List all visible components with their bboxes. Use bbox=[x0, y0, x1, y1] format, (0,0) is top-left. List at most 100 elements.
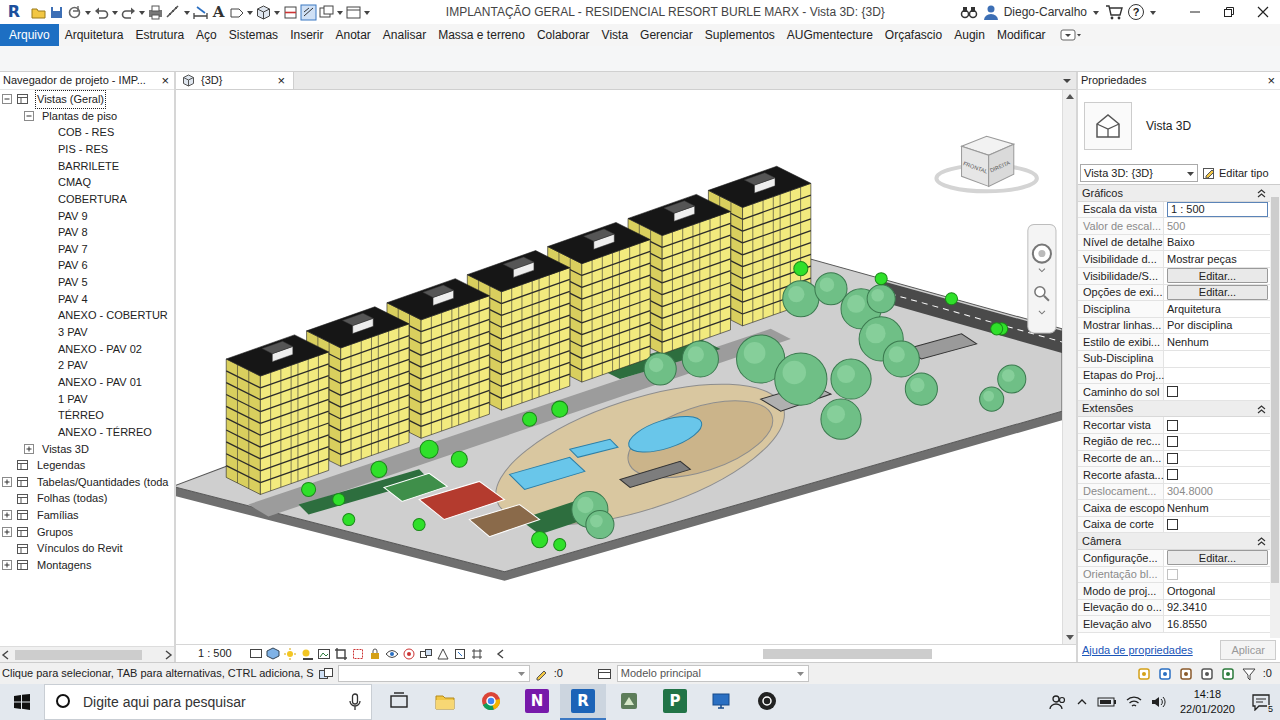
tree-label[interactable]: Vistas 3D bbox=[41, 441, 90, 458]
render-icon[interactable] bbox=[317, 647, 331, 661]
properties-help-link[interactable]: Ajuda de propriedades bbox=[1082, 642, 1193, 659]
property-value-text[interactable]: 92.3410 bbox=[1167, 599, 1207, 616]
crop-view-icon[interactable] bbox=[334, 647, 348, 661]
tree-item[interactable]: Famílias bbox=[0, 507, 174, 524]
open-icon[interactable] bbox=[30, 4, 47, 21]
tree-item[interactable]: ANEXO - TÉRREO bbox=[0, 424, 174, 441]
dropdown-icon[interactable] bbox=[1149, 4, 1157, 21]
dropdown-icon[interactable] bbox=[246, 4, 254, 21]
property-row[interactable]: Opções de exi...Editar... bbox=[1078, 285, 1270, 302]
tree-item[interactable]: PAV 4 bbox=[0, 291, 174, 308]
measure-icon[interactable] bbox=[165, 4, 182, 21]
tree-label[interactable]: Folhas (todas) bbox=[36, 490, 108, 507]
properties-close-button[interactable]: × bbox=[1265, 74, 1277, 87]
tab-face[interactable]: Vista bbox=[596, 24, 634, 46]
property-value[interactable]: Ortogonal bbox=[1164, 583, 1270, 599]
tab-label[interactable]: Orçafascio bbox=[885, 26, 942, 44]
search-input[interactable] bbox=[83, 692, 339, 713]
group-title[interactable]: Gráficos bbox=[1082, 185, 1123, 202]
temporary-hide-icon[interactable] bbox=[385, 647, 399, 661]
tree-label[interactable]: Grupos bbox=[36, 524, 74, 541]
filter-icon[interactable] bbox=[1242, 667, 1256, 681]
action-center-button[interactable]: 5 bbox=[1248, 689, 1274, 715]
collapse-icon[interactable] bbox=[24, 110, 35, 122]
shadows-icon[interactable] bbox=[300, 647, 314, 661]
section-icon[interactable] bbox=[282, 4, 299, 21]
ribbon-tab[interactable]: Aço bbox=[190, 24, 223, 46]
app-glyph[interactable]: N bbox=[531, 690, 544, 713]
scroll-up-icon[interactable] bbox=[1065, 92, 1075, 100]
property-value[interactable] bbox=[1164, 368, 1270, 384]
obs-icon[interactable] bbox=[757, 691, 777, 711]
tab-label[interactable]: Vista bbox=[602, 26, 628, 44]
tree-label[interactable]: Plantas de piso bbox=[41, 108, 118, 125]
tree-label[interactable]: ANEXO - PAV 01 bbox=[57, 374, 143, 391]
save-icon[interactable] bbox=[48, 4, 65, 21]
print-icon[interactable] bbox=[147, 4, 164, 21]
taskbar-app[interactable]: P bbox=[652, 684, 698, 720]
switch-windows-icon[interactable] bbox=[345, 4, 362, 21]
property-value[interactable]: 1 : 500 bbox=[1164, 202, 1270, 218]
sun-path-icon[interactable] bbox=[283, 647, 297, 661]
windows-logo-icon[interactable] bbox=[13, 693, 31, 711]
expand-icon[interactable] bbox=[24, 443, 35, 455]
tree-label[interactable]: 3 PAV bbox=[57, 324, 89, 341]
property-value[interactable]: Editar... bbox=[1164, 285, 1270, 301]
tab-face[interactable]: Colaborar bbox=[531, 24, 596, 46]
lock-view-icon[interactable] bbox=[368, 647, 382, 661]
collapse-icon[interactable] bbox=[1257, 188, 1266, 198]
app-glyph[interactable]: R bbox=[577, 690, 589, 713]
tree-item[interactable]: Plantas de piso bbox=[0, 108, 174, 125]
text-tool-icon[interactable]: A bbox=[210, 4, 227, 21]
tree-item[interactable]: Vínculos do Revit bbox=[0, 540, 174, 557]
taskbar-app[interactable]: N bbox=[514, 684, 560, 720]
tab-label[interactable]: Modificar bbox=[997, 26, 1046, 44]
wifi-icon[interactable] bbox=[1126, 695, 1142, 709]
property-row[interactable]: Sub-Disciplina bbox=[1078, 351, 1270, 368]
property-group[interactable]: Câmera bbox=[1078, 533, 1270, 550]
property-checkbox[interactable] bbox=[1167, 469, 1178, 480]
viewcube-face[interactable]: FRONTAL bbox=[962, 160, 988, 174]
tab-face[interactable]: Estrutura bbox=[129, 24, 190, 46]
select-by-face-icon[interactable] bbox=[1200, 667, 1214, 681]
property-value[interactable] bbox=[1164, 351, 1270, 367]
property-group[interactable]: Gráficos bbox=[1078, 185, 1270, 202]
tree-item[interactable]: PAV 5 bbox=[0, 274, 174, 291]
site-model-3d[interactable]: FRONTALDIREITA bbox=[176, 90, 1062, 644]
property-row[interactable]: Recortar vista bbox=[1078, 417, 1270, 434]
property-value[interactable] bbox=[1164, 467, 1270, 483]
tree-label[interactable]: ANEXO - COBERTUR bbox=[57, 307, 169, 324]
taskbar-app[interactable] bbox=[468, 684, 514, 720]
tree-label[interactable]: COBERTURA bbox=[57, 191, 128, 208]
volume-icon[interactable] bbox=[1151, 695, 1167, 709]
edit-type-label[interactable]: Editar tipo bbox=[1219, 165, 1269, 182]
explorer-icon[interactable] bbox=[435, 691, 455, 711]
collapse-icon[interactable] bbox=[1257, 404, 1266, 414]
tab-face[interactable]: AUGmentecture bbox=[781, 24, 879, 46]
tag-icon[interactable] bbox=[228, 4, 245, 21]
property-value-text[interactable]: Nenhum bbox=[1167, 334, 1209, 351]
tree-item[interactable]: PAV 6 bbox=[0, 257, 174, 274]
taskbar-app[interactable] bbox=[422, 684, 468, 720]
dropdown-icon[interactable] bbox=[84, 4, 92, 21]
close-hidden-icon[interactable] bbox=[318, 4, 335, 21]
viewcube-face[interactable]: DIREITA bbox=[989, 159, 1011, 173]
tree-item[interactable]: PAV 7 bbox=[0, 241, 174, 258]
ribbon-tab[interactable]: Colaborar bbox=[531, 24, 596, 46]
chrome-icon[interactable] bbox=[481, 691, 501, 711]
ribbon-options[interactable] bbox=[1060, 24, 1082, 46]
dropdown-icon[interactable] bbox=[336, 4, 344, 21]
dropdown-icon[interactable] bbox=[1092, 4, 1100, 21]
collapse-icon[interactable] bbox=[2, 93, 13, 105]
battery-icon[interactable] bbox=[1097, 696, 1117, 708]
highlight-displacement-icon[interactable] bbox=[453, 647, 467, 661]
drawing-area[interactable]: FRONTALDIREITA bbox=[176, 90, 1076, 644]
people-icon[interactable] bbox=[1049, 693, 1067, 711]
property-value[interactable] bbox=[1164, 451, 1270, 467]
taskview-icon[interactable] bbox=[389, 691, 409, 711]
tree-item[interactable]: Tabelas/Quantidades (toda bbox=[0, 474, 174, 491]
analytical-model-icon[interactable] bbox=[436, 647, 450, 661]
tree-item[interactable]: Grupos bbox=[0, 524, 174, 541]
view-scale[interactable]: 1 : 500 bbox=[198, 645, 232, 662]
edit-button[interactable]: Editar... bbox=[1167, 550, 1268, 565]
